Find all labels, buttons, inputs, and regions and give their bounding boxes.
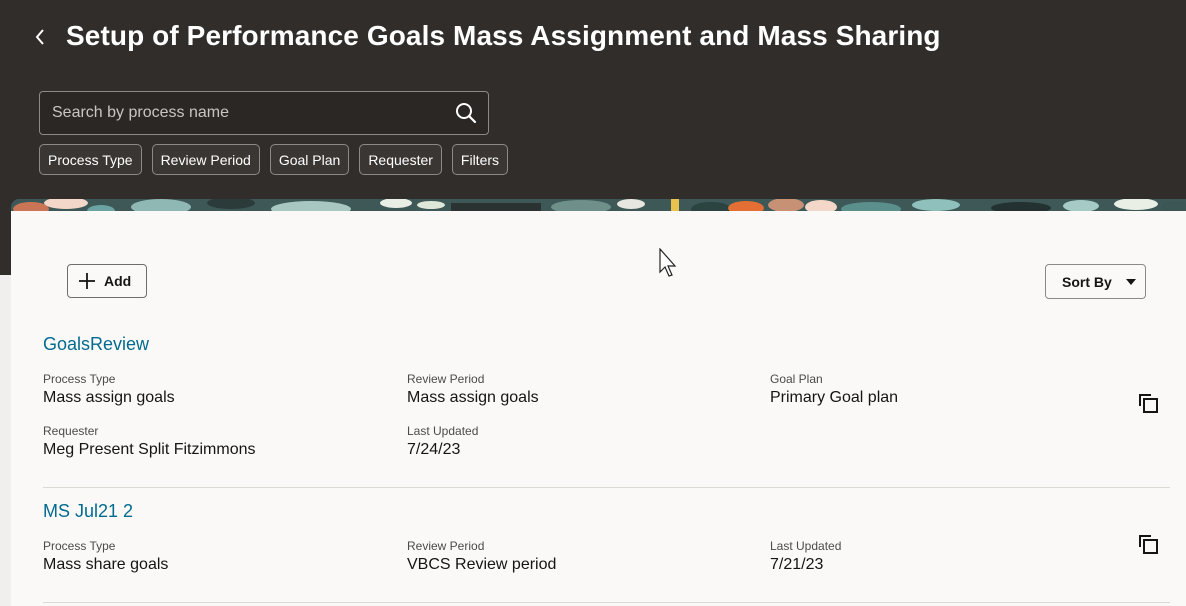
field-value: Mass assign goals <box>43 389 175 406</box>
chip-filters[interactable]: Filters <box>451 144 509 175</box>
field-value: Mass share goals <box>43 556 169 573</box>
add-button-label: Add <box>104 273 132 289</box>
field-process-type: Process Type Mass share goals <box>43 539 168 574</box>
copy-icon <box>1139 535 1158 554</box>
field-value: Mass assign goals <box>407 389 539 406</box>
field-label: Process Type <box>43 539 116 553</box>
mouse-pointer-icon <box>659 248 677 277</box>
field-review-period: Review Period VBCS Review period <box>407 539 556 574</box>
field-value: Primary Goal plan <box>770 389 899 406</box>
copy-icon <box>1139 394 1158 413</box>
field-last-updated: Last Updated 7/21/23 <box>770 539 841 574</box>
chip-review-period[interactable]: Review Period <box>151 144 260 175</box>
record-title-link[interactable]: MS Jul21 2 <box>43 501 1170 522</box>
chip-goal-plan[interactable]: Goal Plan <box>269 144 350 175</box>
chip-requester[interactable]: Requester <box>359 144 442 175</box>
row-divider <box>43 602 1170 603</box>
row-divider <box>43 487 1170 488</box>
search-input[interactable] <box>40 92 444 134</box>
field-value: Meg Present Split Fitzimmons <box>43 441 256 458</box>
caret-down-icon <box>1125 278 1136 285</box>
search-button[interactable] <box>444 92 488 134</box>
field-review-period: Review Period Mass assign goals <box>407 372 539 407</box>
page-title: Setup of Performance Goals Mass Assignme… <box>66 20 941 51</box>
field-value: 7/24/23 <box>407 441 461 458</box>
chevron-left-icon <box>35 29 44 45</box>
list-item: MS Jul21 2 <box>43 501 1170 522</box>
field-label: Process Type <box>43 372 116 386</box>
field-requester: Requester Meg Present Split Fitzimmons <box>43 424 256 459</box>
field-value: 7/21/23 <box>770 556 824 573</box>
duplicate-button[interactable] <box>1136 532 1160 556</box>
field-goal-plan: Goal Plan Primary Goal plan <box>770 372 898 407</box>
field-value: VBCS Review period <box>407 556 557 573</box>
sort-by-label: Sort By <box>1062 273 1112 290</box>
add-button[interactable]: Add <box>67 264 147 298</box>
filter-chips: Process Type Review Period Goal Plan Req… <box>39 144 509 175</box>
field-label: Review Period <box>407 372 485 386</box>
record-title-link[interactable]: GoalsReview <box>43 334 1170 355</box>
field-label: Requester <box>43 424 99 438</box>
search-field[interactable] <box>39 91 489 135</box>
sort-by-button[interactable]: Sort By <box>1045 264 1146 299</box>
field-label: Goal Plan <box>770 372 823 386</box>
duplicate-button[interactable] <box>1136 391 1160 415</box>
field-label: Last Updated <box>407 424 479 438</box>
search-icon <box>456 103 477 124</box>
chip-process-type[interactable]: Process Type <box>39 144 142 175</box>
field-label: Last Updated <box>770 539 842 553</box>
field-process-type: Process Type Mass assign goals <box>43 372 175 407</box>
main-panel <box>11 211 1186 606</box>
plus-icon <box>79 273 95 289</box>
back-button[interactable] <box>28 24 52 50</box>
field-last-updated: Last Updated 7/24/23 <box>407 424 478 459</box>
side-gutter <box>0 275 11 606</box>
list-item: GoalsReview <box>43 334 1170 355</box>
field-label: Review Period <box>407 539 485 553</box>
